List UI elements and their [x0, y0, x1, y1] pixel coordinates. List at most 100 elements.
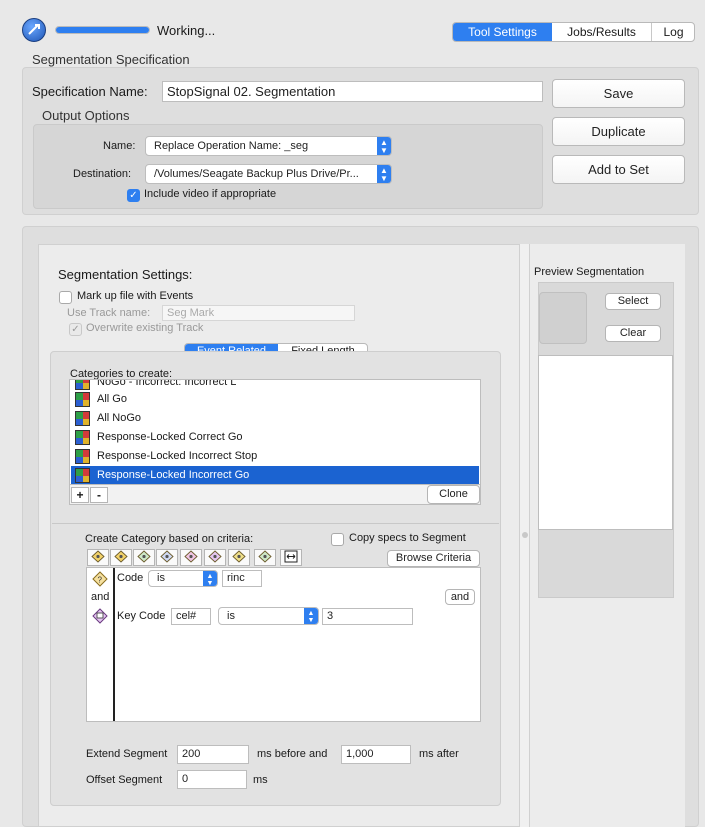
- criteria-key-icon[interactable]: [204, 549, 226, 566]
- add-to-set-button[interactable]: Add to Set: [552, 155, 685, 184]
- category-grid-icon-cell: [82, 475, 89, 482]
- browse-criteria-button[interactable]: Browse Criteria: [387, 550, 480, 567]
- extend-before-unit: ms before and: [257, 748, 328, 760]
- svg-text:?: ?: [98, 576, 103, 585]
- category-item[interactable]: All NoGo: [71, 409, 479, 428]
- destination-select[interactable]: /Volumes/Seagate Backup Plus Drive/Pr...…: [145, 164, 392, 184]
- destination-label: Destination:: [73, 168, 132, 180]
- markup-label: Mark up file with Events: [77, 290, 194, 302]
- category-item-label: Response-Locked Incorrect Stop: [97, 450, 258, 462]
- spec-name-input[interactable]: StopSignal 02. Segmentation: [162, 81, 543, 102]
- criteria-left-rule: [113, 568, 115, 721]
- duplicate-button[interactable]: Duplicate: [552, 117, 685, 146]
- category-grid-icon: [75, 380, 90, 390]
- progress-fill: [56, 27, 149, 33]
- criteria-level-icon[interactable]: [254, 549, 276, 566]
- criteria-code-icon: ?: [92, 571, 108, 587]
- destination-value: /Volumes/Seagate Backup Plus Drive/Pr...: [154, 168, 359, 180]
- category-item[interactable]: Response-Locked Incorrect Go: [71, 466, 479, 484]
- category-item-label: All Go: [97, 393, 127, 405]
- clone-button[interactable]: Clone: [427, 485, 480, 504]
- category-item-label: All NoGo: [97, 412, 142, 424]
- copy-specs-checkbox[interactable]: [331, 533, 344, 546]
- save-button[interactable]: Save: [552, 79, 685, 108]
- category-grid-icon-cell: [82, 437, 89, 444]
- track-name-input[interactable]: Seg Mark: [162, 305, 355, 321]
- extend-before-input[interactable]: 200: [177, 745, 249, 764]
- preview-title: Preview Segmentation: [534, 266, 645, 278]
- output-name-value: Replace Operation Name: _seg: [154, 140, 309, 152]
- extend-label: Extend Segment: [86, 748, 168, 760]
- output-name-select[interactable]: Replace Operation Name: _seg ▲ ▼: [145, 136, 392, 156]
- criteria-and-label: and: [91, 591, 110, 603]
- and-button[interactable]: and: [445, 589, 475, 605]
- chevron-updown-icon: ▲ ▼: [377, 165, 391, 183]
- tab-log[interactable]: Log: [652, 23, 694, 41]
- offset-unit: ms: [253, 774, 268, 786]
- category-item-label: Response-Locked Incorrect Go: [97, 469, 250, 481]
- criteria-keycode-icon: [92, 608, 108, 624]
- split-handle[interactable]: [522, 532, 528, 538]
- category-item-label: Response-Locked Correct Go: [97, 431, 243, 443]
- overwrite-checkbox[interactable]: ✓: [69, 323, 82, 336]
- list-toolbar: [69, 485, 481, 505]
- remove-category-button[interactable]: -: [90, 487, 108, 503]
- categories-list[interactable]: NoGo - Incorrect: Incorrect L All Go All N…: [69, 379, 481, 485]
- category-item[interactable]: All Go: [71, 390, 479, 409]
- category-grid-icon: [75, 392, 90, 407]
- category-item[interactable]: Response-Locked Incorrect Stop: [71, 447, 479, 466]
- include-video-checkbox[interactable]: ✓: [127, 189, 140, 202]
- category-grid-icon-cell: [82, 456, 89, 463]
- overwrite-label: Overwrite existing Track: [86, 322, 204, 334]
- extend-after-unit: ms after: [419, 748, 459, 760]
- criteria-chip-icon[interactable]: [228, 549, 250, 566]
- spec-section-title: Segmentation Specification: [32, 52, 190, 67]
- criteria-divider: [52, 523, 499, 524]
- criteria-row2-op-value: is: [227, 610, 235, 622]
- criteria-code-icon[interactable]: [87, 549, 109, 566]
- category-grid-icon-cell: [82, 399, 89, 406]
- use-track-label: Use Track name:: [67, 307, 151, 319]
- category-item[interactable]: Response-Locked Correct Go: [71, 428, 479, 447]
- criteria-tag-icon[interactable]: [180, 549, 202, 566]
- status-text: Working...: [157, 23, 216, 38]
- include-video-label: Include video if appropriate: [144, 188, 277, 200]
- offset-label: Offset Segment: [86, 774, 163, 786]
- criteria-track-icon[interactable]: [156, 549, 178, 566]
- criteria-row2-value[interactable]: 3: [322, 608, 413, 625]
- tab-tool-settings[interactable]: Tool Settings: [453, 23, 552, 41]
- clear-button[interactable]: Clear: [605, 325, 661, 342]
- markup-checkbox[interactable]: [59, 291, 72, 304]
- criteria-row2-key[interactable]: cel#: [171, 608, 211, 625]
- category-grid-icon: [75, 430, 90, 445]
- category-grid-icon-cell: [82, 382, 89, 389]
- extend-after-input[interactable]: 1,000: [341, 745, 411, 764]
- criteria-row2-op[interactable]: is ▲ ▼: [218, 607, 319, 625]
- app-icon: [22, 18, 46, 42]
- criteria-row2-field: Key Code: [117, 610, 166, 622]
- criteria-timing-icon[interactable]: [133, 549, 155, 566]
- chevron-updown-icon: ▲ ▼: [203, 571, 217, 587]
- tab-jobs-results[interactable]: Jobs/Results: [552, 23, 652, 41]
- criteria-event-icon[interactable]: [110, 549, 132, 566]
- seg-settings-title: Segmentation Settings:: [58, 267, 193, 282]
- output-options-title: Output Options: [42, 108, 130, 123]
- criteria-span-icon[interactable]: [280, 549, 302, 566]
- offset-input[interactable]: 0: [177, 770, 247, 789]
- tab-bar: Tool Settings Jobs/Results Log: [452, 22, 695, 42]
- preview-list[interactable]: [538, 355, 673, 530]
- spec-name-label: Specification Name:: [32, 84, 148, 99]
- output-name-label: Name:: [103, 140, 136, 152]
- category-grid-icon: [75, 449, 90, 464]
- category-grid-icon-cell: [82, 418, 89, 425]
- criteria-row1-value[interactable]: rinc: [222, 570, 262, 587]
- criteria-area: [86, 567, 481, 722]
- add-category-button[interactable]: +: [71, 487, 89, 503]
- copy-specs-label: Copy specs to Segment: [349, 532, 466, 544]
- criteria-label: Create Category based on criteria:: [85, 533, 254, 545]
- category-grid-icon: [75, 411, 90, 426]
- criteria-row1-op[interactable]: is ▲ ▼: [148, 570, 218, 587]
- select-button[interactable]: Select: [605, 293, 661, 310]
- chevron-updown-icon: ▲ ▼: [304, 608, 318, 624]
- criteria-row1-op-value: is: [157, 572, 165, 584]
